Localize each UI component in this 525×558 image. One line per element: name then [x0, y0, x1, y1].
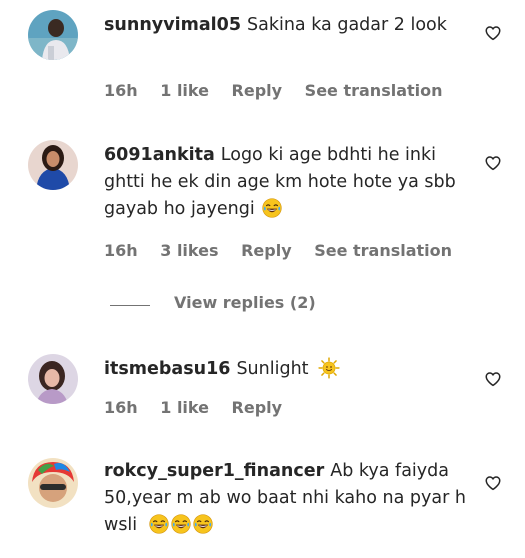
- see-translation-button[interactable]: See translation: [305, 81, 443, 100]
- comment-username[interactable]: sunnyvimal05: [104, 15, 241, 35]
- comment-text-block: 6091ankita Logo ki age bdhti he inki ghtt…: [104, 142, 464, 223]
- heart-outline-icon[interactable]: [484, 154, 502, 172]
- comment-username[interactable]: itsmebasu16: [104, 359, 230, 379]
- comment-text-block: itsmebasu16 Sunlight: [104, 356, 464, 383]
- comment-time: 16h: [104, 81, 138, 100]
- tears-of-joy-emoji: [149, 514, 169, 534]
- avatar[interactable]: [28, 458, 78, 508]
- avatar[interactable]: [28, 354, 78, 404]
- comment-meta: 16h 1 like Reply: [104, 398, 299, 417]
- comment-item: 6091ankita Logo ki age bdhti he inki ghtt…: [0, 130, 525, 280]
- avatar[interactable]: [28, 140, 78, 190]
- replies-divider: [110, 305, 150, 306]
- comment-body: Sakina ka gadar 2 look: [247, 15, 447, 35]
- heart-outline-icon[interactable]: [484, 24, 502, 42]
- like-count[interactable]: 1 like: [160, 81, 209, 100]
- comment-body: Sunlight: [236, 359, 309, 379]
- heart-outline-icon[interactable]: [484, 370, 502, 388]
- comment-meta: 16h 1 like Reply See translation: [104, 81, 460, 100]
- comment-username[interactable]: 6091ankita: [104, 145, 215, 165]
- comment-time: 16h: [104, 241, 138, 260]
- comment-item: sunnyvimal05 Sakina ka gadar 2 look 16h 1…: [0, 0, 525, 120]
- avatar[interactable]: [28, 10, 78, 60]
- tears-of-joy-emoji: [262, 198, 282, 218]
- tears-of-joy-emoji: [171, 514, 191, 534]
- reply-button[interactable]: Reply: [232, 398, 283, 417]
- heart-outline-icon[interactable]: [484, 474, 502, 492]
- comment-time: 16h: [104, 398, 138, 417]
- tears-of-joy-emoji: [193, 514, 213, 534]
- comment-text-block: sunnyvimal05 Sakina ka gadar 2 look: [104, 12, 464, 39]
- comment-text-block: rokcy_super1_financer Ab kya faiyda 50,ye…: [104, 458, 474, 539]
- like-count[interactable]: 1 like: [160, 398, 209, 417]
- view-replies-button[interactable]: View replies (2): [174, 293, 316, 312]
- comment-item: itsmebasu16 Sunlight 16h 1 like Reply: [0, 344, 525, 444]
- comment-username[interactable]: rokcy_super1_financer: [104, 461, 324, 481]
- like-count[interactable]: 3 likes: [160, 241, 218, 260]
- reply-button[interactable]: Reply: [241, 241, 292, 260]
- reply-button[interactable]: Reply: [232, 81, 283, 100]
- comment-meta: 16h 3 likes Reply See translation: [104, 241, 469, 260]
- see-translation-button[interactable]: See translation: [314, 241, 452, 260]
- sun-emoji: [318, 357, 340, 379]
- comment-item: rokcy_super1_financer Ab kya faiyda 50,ye…: [0, 448, 525, 558]
